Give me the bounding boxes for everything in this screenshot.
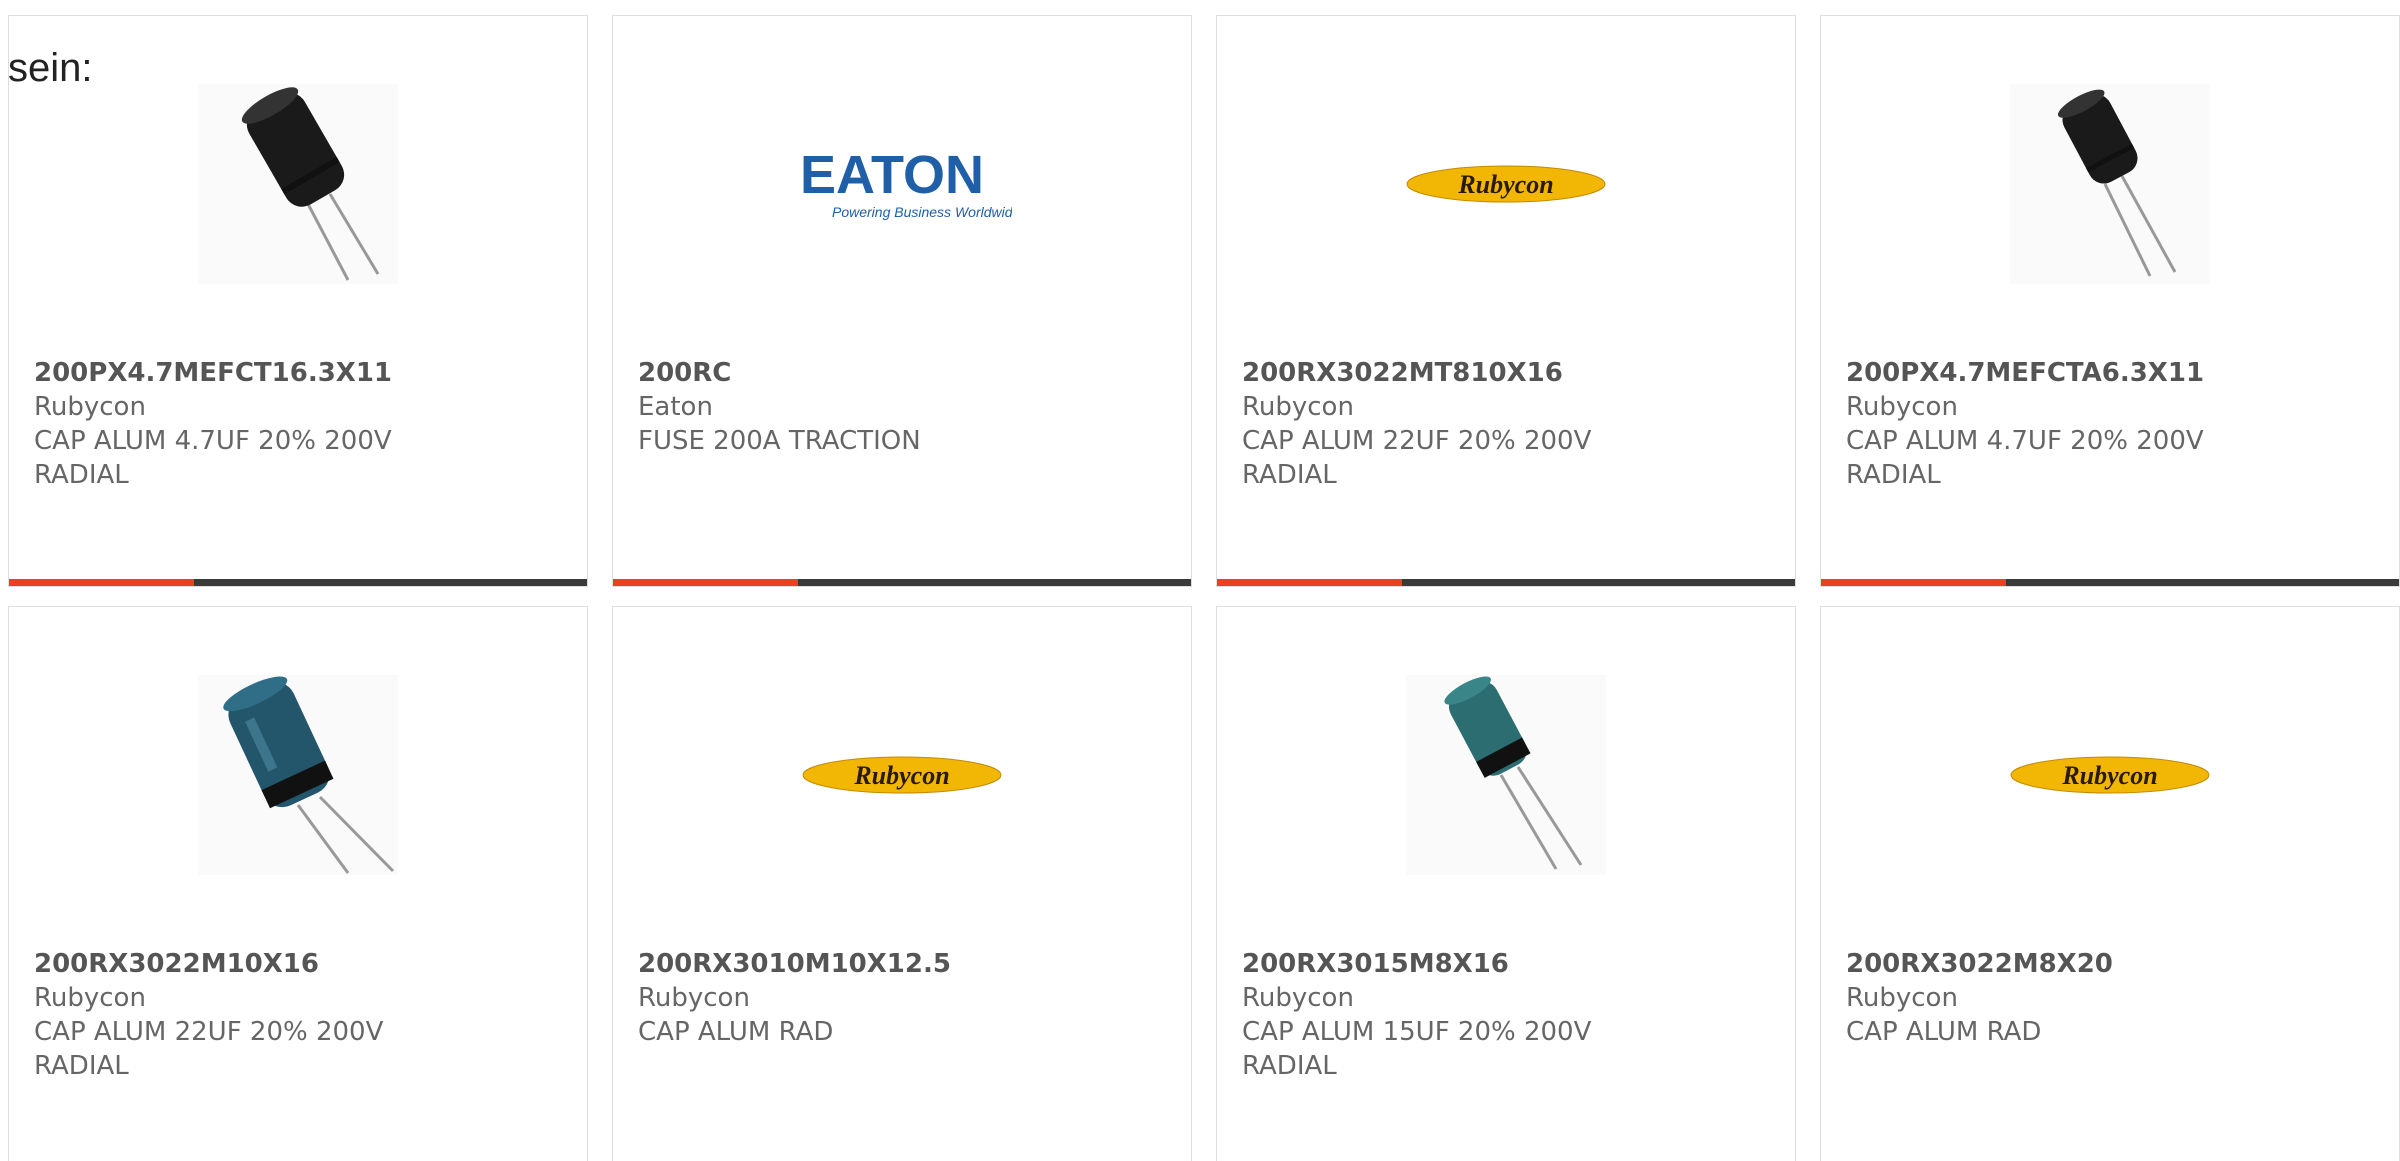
- part-number[interactable]: 200RX3022M10X16: [34, 947, 562, 981]
- eaton-logo: EATON Powering Business Worldwide: [800, 145, 1012, 220]
- product-card[interactable]: 200RX3015M8X16 Rubycon CAP ALUM 15UF 20%…: [1216, 606, 1796, 1161]
- rubycon-logo: Rubycon: [802, 756, 1002, 794]
- progress-bar: [1821, 579, 2399, 586]
- rubycon-logo: Rubycon: [2010, 756, 2210, 794]
- product-image[interactable]: EATON Powering Business Worldwide: [613, 84, 1191, 284]
- progress-bar: [9, 579, 587, 586]
- progress-bar: [613, 579, 1191, 586]
- product-image[interactable]: [1821, 84, 2399, 284]
- part-number[interactable]: 200PX4.7MEFCT16.3X11: [34, 356, 562, 390]
- capacitor-blue-icon: [198, 675, 398, 875]
- manufacturer: Rubycon: [1846, 392, 1958, 422]
- description: CAP ALUM RAD: [1846, 1017, 2042, 1047]
- progress-fill: [1217, 579, 1402, 586]
- part-number[interactable]: 200RX3022M8X20: [1846, 947, 2374, 981]
- manufacturer: Rubycon: [34, 392, 146, 422]
- product-card[interactable]: 200RX3022M10X16 Rubycon CAP ALUM 22UF 20…: [8, 606, 588, 1161]
- product-image[interactable]: [9, 84, 587, 284]
- rubycon-logo-text: Rubycon: [853, 761, 949, 790]
- description: CAP ALUM 22UF 20% 200V RADIAL: [34, 1017, 384, 1081]
- product-card[interactable]: EATON Powering Business Worldwide 200RC …: [612, 15, 1192, 587]
- capacitor-teal-icon: [1406, 675, 1606, 875]
- rubycon-logo-text: Rubycon: [2061, 761, 2157, 790]
- progress-fill: [1821, 579, 2006, 586]
- product-grid-page: sein: 200PX4.7MEFCT16.3X11 Rubycon CAP A…: [0, 0, 2400, 1161]
- description: FUSE 200A TRACTION: [638, 426, 921, 456]
- eaton-logo-text: EATON: [800, 145, 984, 205]
- part-number[interactable]: 200RC: [638, 356, 1166, 390]
- product-image[interactable]: Rubycon: [1217, 84, 1795, 284]
- product-grid: 200PX4.7MEFCT16.3X11 Rubycon CAP ALUM 4.…: [8, 15, 2400, 1161]
- rubycon-logo-text: Rubycon: [1457, 170, 1553, 199]
- part-number[interactable]: 200RX3015M8X16: [1242, 947, 1770, 981]
- product-card[interactable]: 200PX4.7MEFCTA6.3X11 Rubycon CAP ALUM 4.…: [1820, 15, 2400, 587]
- description: CAP ALUM 22UF 20% 200V RADIAL: [1242, 426, 1592, 490]
- description: CAP ALUM 15UF 20% 200V RADIAL: [1242, 1017, 1592, 1081]
- capacitor-black-icon: [198, 84, 398, 284]
- description: CAP ALUM RAD: [638, 1017, 834, 1047]
- description: CAP ALUM 4.7UF 20% 200V RADIAL: [34, 426, 392, 490]
- manufacturer: Rubycon: [1846, 983, 1958, 1013]
- manufacturer: Rubycon: [1242, 392, 1354, 422]
- part-number[interactable]: 200PX4.7MEFCTA6.3X11: [1846, 356, 2374, 390]
- capacitor-black-small-icon: [2010, 84, 2210, 284]
- manufacturer: Eaton: [638, 392, 713, 422]
- manufacturer: Rubycon: [638, 983, 750, 1013]
- progress-bar: [1217, 579, 1795, 586]
- product-image[interactable]: Rubycon: [613, 675, 1191, 875]
- rubycon-logo: Rubycon: [1406, 165, 1606, 203]
- description: CAP ALUM 4.7UF 20% 200V RADIAL: [1846, 426, 2204, 490]
- progress-fill: [9, 579, 194, 586]
- product-image[interactable]: [9, 675, 587, 875]
- manufacturer: Rubycon: [34, 983, 146, 1013]
- progress-fill: [613, 579, 798, 586]
- part-number[interactable]: 200RX3010M10X12.5: [638, 947, 1166, 981]
- part-number[interactable]: 200RX3022MT810X16: [1242, 356, 1770, 390]
- product-card[interactable]: Rubycon 200RX3022MT810X16 Rubycon CAP AL…: [1216, 15, 1796, 587]
- manufacturer: Rubycon: [1242, 983, 1354, 1013]
- heading-fragment: sein:: [8, 46, 93, 90]
- product-card[interactable]: Rubycon 200RX3022M8X20 Rubycon CAP ALUM …: [1820, 606, 2400, 1161]
- product-card[interactable]: 200PX4.7MEFCT16.3X11 Rubycon CAP ALUM 4.…: [8, 15, 588, 587]
- eaton-logo-tagline: Powering Business Worldwide: [832, 204, 1012, 220]
- product-image[interactable]: Rubycon: [1821, 675, 2399, 875]
- product-card[interactable]: Rubycon 200RX3010M10X12.5 Rubycon CAP AL…: [612, 606, 1192, 1161]
- product-image[interactable]: [1217, 675, 1795, 875]
